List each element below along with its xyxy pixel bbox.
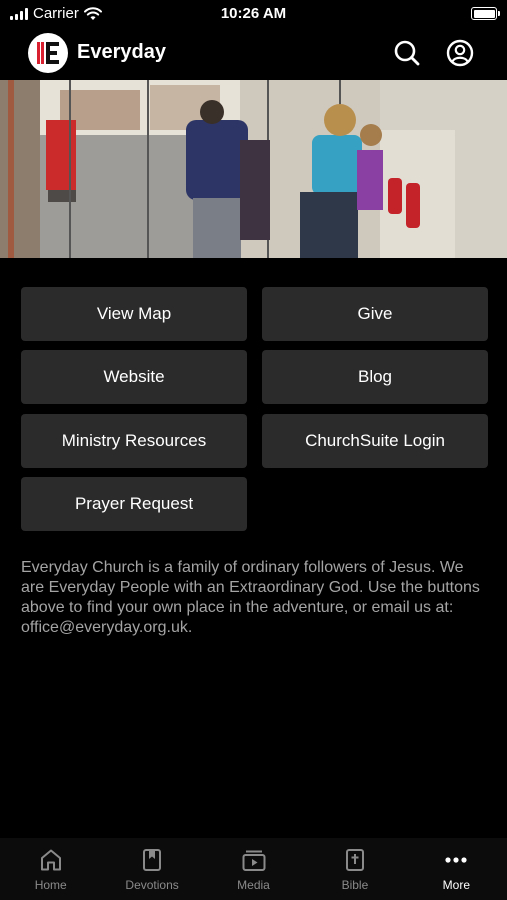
- status-time: 10:26 AM: [220, 5, 287, 22]
- view-map-button[interactable]: View Map: [21, 287, 247, 341]
- give-button[interactable]: Give: [262, 287, 488, 341]
- tab-label: Media: [237, 878, 270, 892]
- tab-media[interactable]: Media: [203, 838, 304, 900]
- tab-devotions[interactable]: Devotions: [101, 838, 202, 900]
- churchsuite-login-button[interactable]: ChurchSuite Login: [262, 414, 488, 468]
- website-button[interactable]: Website: [21, 350, 247, 404]
- tab-more[interactable]: More: [406, 838, 507, 900]
- church-logo[interactable]: [28, 33, 68, 73]
- bible-icon: [345, 849, 364, 871]
- tab-label: Home: [34, 878, 67, 892]
- logo-e-mark: [37, 42, 59, 64]
- blog-button[interactable]: Blog: [262, 350, 488, 404]
- tab-bible[interactable]: Bible: [304, 838, 405, 900]
- search-icon[interactable]: [393, 39, 421, 67]
- tab-label: More: [442, 878, 470, 892]
- home-icon: [40, 849, 61, 871]
- app-header: Everyday: [0, 31, 507, 75]
- more-dots-icon: [445, 857, 467, 863]
- app-title: Everyday: [77, 41, 166, 63]
- media-play-icon: [242, 850, 266, 871]
- church-description: Everyday Church is a family of ordinary …: [21, 559, 480, 636]
- bottom-tab-bar: Home Devotions Media Bible More: [0, 838, 507, 900]
- battery-icon: [471, 7, 500, 20]
- ministry-resources-button[interactable]: Ministry Resources: [21, 414, 247, 468]
- bookmark-book-icon: [143, 849, 162, 871]
- hero-photo: [0, 80, 507, 258]
- tab-label: Devotions: [125, 878, 179, 892]
- status-bar: Carrier 10:26 AM: [0, 0, 507, 28]
- account-icon[interactable]: [446, 39, 474, 67]
- tab-label: Bible: [341, 878, 369, 892]
- hero-image: [0, 80, 507, 258]
- prayer-request-button[interactable]: Prayer Request: [21, 477, 247, 531]
- tab-home[interactable]: Home: [0, 838, 101, 900]
